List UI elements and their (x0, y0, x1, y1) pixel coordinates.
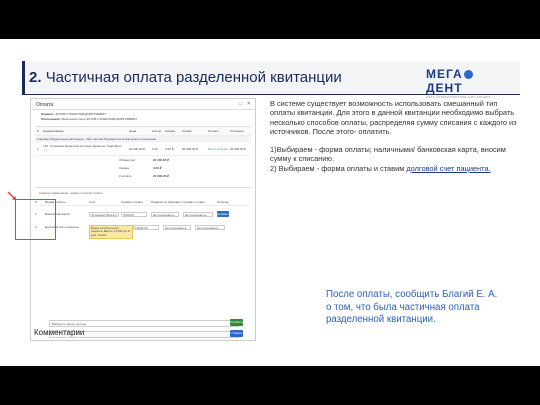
step-2: 2) Выбираем - форма оплаты и ставим долг… (270, 163, 491, 173)
dialog-title: Оплата (36, 102, 54, 108)
totals: Общая сум. 20 000.00 ₽ Скидка 0.00 ₽ К опл… (119, 158, 170, 178)
brand-logo: МЕГАДЕНТ СЕТЬ СТОМАТОЛОГИЧЕСКИХ КЛИНИК (426, 67, 491, 99)
pay-button[interactable]: Оплатить (230, 319, 243, 326)
slide: 2. Частичная оплата разделенной квитанци… (0, 39, 540, 366)
highlight-box (15, 199, 56, 240)
debt-account-link: долговой счет пациента. (406, 163, 491, 173)
tooth-icon (463, 70, 473, 79)
arrow-icon (7, 191, 17, 201)
rest-select[interactable]: Не предъявлен (183, 211, 213, 217)
dialog-header: Оплата ▭ ✕ (31, 99, 255, 110)
title-bar: 2. Частичная оплата разделенной квитанци… (22, 61, 520, 99)
minimize-icon[interactable]: ▭ (238, 101, 243, 107)
payment-method-select[interactable]: Выберите метод оплаты (49, 320, 239, 327)
rest-select[interactable]: Не предъявлен (195, 225, 225, 230)
gift-select[interactable]: Не предъявлен (163, 225, 191, 230)
close-icon[interactable]: ✕ (247, 101, 251, 107)
account-select[interactable]: Основной (Бухгалт...) (89, 211, 119, 217)
services-table: # Наименование Цена Кол-во Скидка Сумма … (35, 126, 251, 156)
title-accent (22, 61, 25, 95)
table-row: 1 I 30. Установка брекетной системы (бре… (35, 142, 251, 156)
payment-dialog-screenshot: Оплата ▭ ✕ Пациент: ЗОТОВ СТАНИСЛАВ ДМИТ… (30, 98, 256, 341)
cancel-button[interactable]: Отмена (230, 330, 243, 337)
description: В системе существует возможность использ… (270, 99, 517, 136)
patient-info: Пациент: ЗОТОВ СТАНИСЛАВ ДМИТРИЕВИЧ Плат… (41, 112, 138, 121)
table-header: # Наименование Цена Кол-во Скидка Сумма … (35, 127, 251, 136)
amount-input[interactable]: 7000.00 (121, 211, 147, 217)
comments-label: Комментарии (34, 328, 85, 337)
step-1: 1)Выбираем - форма оплаты; наличными/ ба… (270, 145, 506, 164)
payment-table-header: # Форма оплаты Счет Сумма к оплате Подар… (35, 198, 251, 206)
payment-row[interactable]: 1 Банковская карта Основной (Бухгалт...)… (35, 206, 251, 222)
debt-hint: Можно оплатить в долг пациента. Вместе: … (89, 225, 133, 239)
payment-row[interactable]: 2 Долговой счет пациента Можно оплатить … (35, 222, 251, 244)
instructions: В системе существует возможность использ… (270, 99, 520, 173)
note: После оплаты, сообщить Благий Е. А. о то… (326, 289, 498, 325)
amount-input[interactable]: 13000.00 (133, 225, 159, 230)
page-title: 2. Частичная оплата разделенной квитанци… (29, 69, 342, 86)
gift-select[interactable]: Не предъявлен (151, 211, 179, 217)
payment-prompt: Укажите примечание, сумму и способ оплат… (39, 191, 103, 195)
add-button[interactable]: Добавить (217, 211, 230, 217)
